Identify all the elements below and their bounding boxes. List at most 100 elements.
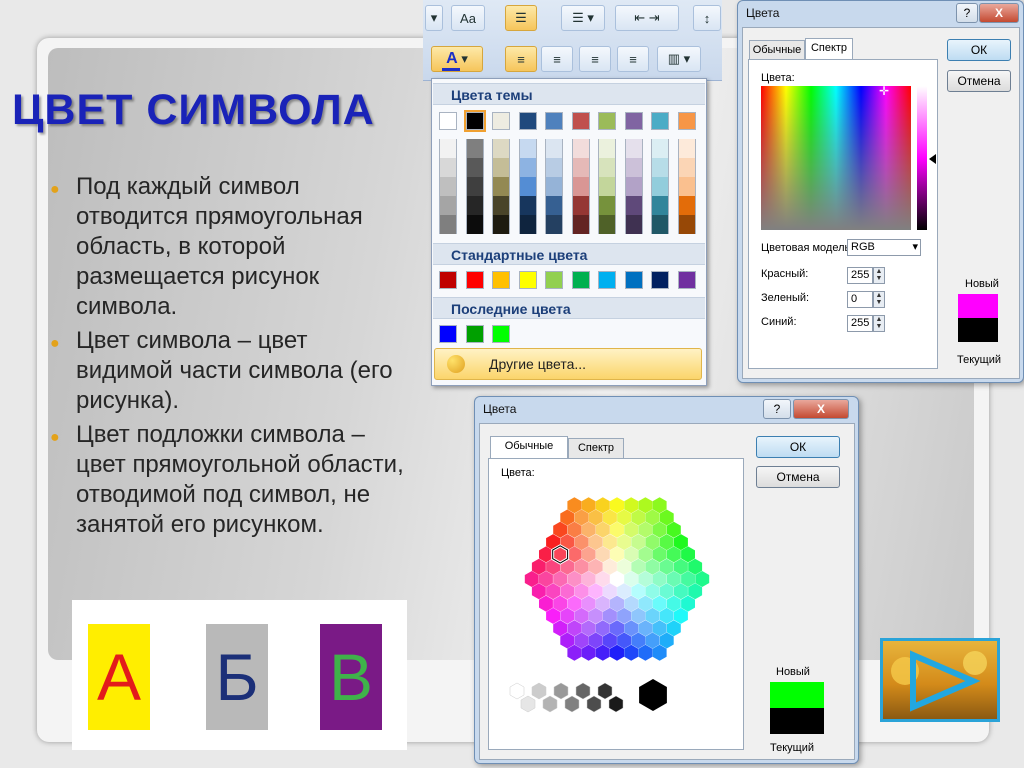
theme-shade-swatch[interactable] <box>624 215 643 234</box>
spectrum-field[interactable]: ✛ <box>761 84 911 230</box>
ribbon-arrow-button[interactable]: ▾ <box>425 5 443 31</box>
gray-color-cell[interactable] <box>597 682 613 700</box>
black-color-cell[interactable] <box>639 679 667 711</box>
theme-shade-swatch[interactable] <box>651 196 669 215</box>
theme-shade-swatch[interactable] <box>598 196 616 215</box>
recent-color-swatch[interactable] <box>465 325 484 343</box>
standard-color-swatch[interactable] <box>518 271 537 289</box>
standard-color-swatch[interactable] <box>677 271 696 289</box>
theme-shade-swatch[interactable] <box>624 139 643 158</box>
theme-color-swatch[interactable] <box>598 112 616 130</box>
gray-color-cell[interactable] <box>608 695 624 713</box>
theme-color-swatch[interactable] <box>492 112 510 130</box>
red-spinner[interactable]: ▲ ▼ <box>873 267 885 284</box>
theme-shade-swatch[interactable] <box>465 139 484 158</box>
columns-button[interactable]: ▥ ▾ <box>657 46 701 72</box>
blue-spinner[interactable]: ▲ ▼ <box>873 315 885 332</box>
tab-spectrum[interactable]: Спектр <box>805 38 853 60</box>
indent-buttons[interactable]: ⇤ ⇥ <box>615 5 679 31</box>
theme-shade-swatch[interactable] <box>651 215 669 234</box>
justify-button[interactable]: ≡ <box>617 46 649 72</box>
standard-color-swatch[interactable] <box>651 271 669 289</box>
theme-color-swatch[interactable] <box>545 112 563 130</box>
theme-shade-swatch[interactable] <box>651 139 669 158</box>
cancel-button[interactable]: Отмена <box>947 70 1011 92</box>
tab-spectrum[interactable]: Спектр <box>568 438 624 458</box>
gray-color-cell[interactable] <box>586 695 602 713</box>
standard-color-swatch[interactable] <box>598 271 616 289</box>
theme-shade-swatch[interactable] <box>439 139 457 158</box>
theme-shade-swatch[interactable] <box>651 177 669 196</box>
theme-shade-swatch[interactable] <box>439 177 457 196</box>
theme-color-swatch[interactable] <box>439 112 457 130</box>
theme-shade-swatch[interactable] <box>598 177 616 196</box>
green-spinner[interactable]: ▲ ▼ <box>873 291 885 308</box>
gray-color-cell[interactable] <box>542 695 558 713</box>
cancel-button[interactable]: Отмена <box>756 466 840 488</box>
help-button[interactable]: ? <box>956 3 978 23</box>
theme-shade-swatch[interactable] <box>677 215 696 234</box>
change-case-button[interactable]: Aa <box>451 5 485 31</box>
theme-color-swatch[interactable] <box>571 112 590 130</box>
theme-shade-swatch[interactable] <box>598 139 616 158</box>
gray-color-cell[interactable] <box>520 695 536 713</box>
theme-color-swatch[interactable] <box>624 112 643 130</box>
help-button[interactable]: ? <box>763 399 791 419</box>
close-button[interactable]: X <box>793 399 849 419</box>
gray-color-cell[interactable] <box>575 682 591 700</box>
standard-color-swatch[interactable] <box>439 271 457 289</box>
theme-shade-swatch[interactable] <box>545 196 563 215</box>
numbering-button[interactable]: ☰ ▾ <box>561 5 605 31</box>
theme-shade-swatch[interactable] <box>518 177 537 196</box>
theme-shade-swatch[interactable] <box>465 158 484 177</box>
theme-shade-swatch[interactable] <box>677 196 696 215</box>
color-model-select[interactable]: RGB ▾ <box>847 239 921 256</box>
theme-shade-swatch[interactable] <box>624 177 643 196</box>
theme-shade-swatch[interactable] <box>677 158 696 177</box>
theme-shade-swatch[interactable] <box>518 139 537 158</box>
gray-color-cell[interactable] <box>531 682 547 700</box>
close-button[interactable]: X <box>979 3 1019 23</box>
gray-color-cell[interactable] <box>564 695 580 713</box>
theme-shade-swatch[interactable] <box>677 139 696 158</box>
theme-shade-swatch[interactable] <box>465 215 484 234</box>
theme-shade-swatch[interactable] <box>492 177 510 196</box>
theme-shade-swatch[interactable] <box>624 196 643 215</box>
align-right-button[interactable]: ≡ <box>579 46 611 72</box>
tab-standard[interactable]: Обычные <box>490 436 568 458</box>
theme-shade-swatch[interactable] <box>492 196 510 215</box>
tab-standard[interactable]: Обычные <box>749 40 805 60</box>
standard-color-swatch[interactable] <box>571 271 590 289</box>
red-input[interactable]: 255 <box>847 267 873 284</box>
theme-shade-swatch[interactable] <box>545 158 563 177</box>
theme-shade-swatch[interactable] <box>439 196 457 215</box>
theme-shade-swatch[interactable] <box>439 215 457 234</box>
bullets-button[interactable]: ☰ <box>505 5 537 31</box>
theme-shade-swatch[interactable] <box>492 158 510 177</box>
theme-shade-swatch[interactable] <box>545 177 563 196</box>
theme-shade-swatch[interactable] <box>571 139 590 158</box>
standard-color-swatch[interactable] <box>545 271 563 289</box>
theme-color-swatch[interactable] <box>518 112 537 130</box>
gray-color-cell[interactable] <box>553 682 569 700</box>
theme-shade-swatch[interactable] <box>465 177 484 196</box>
recent-color-swatch[interactable] <box>492 325 510 343</box>
ok-button[interactable]: ОК <box>947 39 1011 61</box>
luminance-arrow-icon[interactable] <box>929 154 936 164</box>
theme-shade-swatch[interactable] <box>492 215 510 234</box>
ok-button[interactable]: ОК <box>756 436 840 458</box>
theme-color-swatch[interactable] <box>651 112 669 130</box>
theme-shade-swatch[interactable] <box>465 196 484 215</box>
standard-color-swatch[interactable] <box>492 271 510 289</box>
theme-shade-swatch[interactable] <box>545 215 563 234</box>
luminance-bar[interactable] <box>917 86 927 230</box>
theme-shade-swatch[interactable] <box>518 158 537 177</box>
next-slide-button[interactable] <box>880 638 1000 722</box>
theme-color-swatch[interactable] <box>463 110 486 132</box>
standard-color-swatch[interactable] <box>465 271 484 289</box>
hexagon-color-picker[interactable] <box>493 483 741 733</box>
theme-shade-swatch[interactable] <box>598 158 616 177</box>
hex-color-cell[interactable] <box>524 571 539 587</box>
theme-shade-swatch[interactable] <box>677 177 696 196</box>
theme-shade-swatch[interactable] <box>571 215 590 234</box>
